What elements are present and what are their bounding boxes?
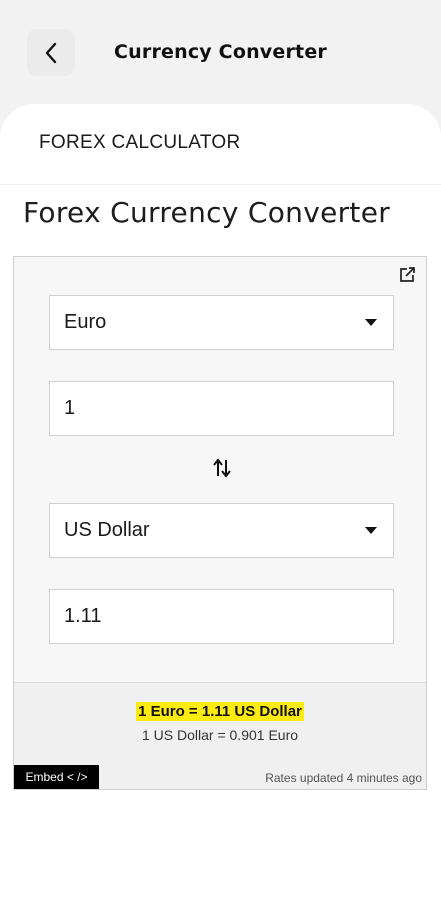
- rate-inverse: 1 US Dollar = 0.901 Euro: [141, 727, 299, 743]
- result-value: 1.11: [64, 605, 102, 627]
- rate-summary: 1 Euro = 1.11 US Dollar 1 US Dollar = 0.…: [14, 682, 426, 789]
- divider: [0, 184, 441, 185]
- rate-main-text: 1 Euro = 1.11 US Dollar: [136, 702, 304, 721]
- from-currency-value: Euro: [64, 311, 107, 333]
- converter-widget: Euro 1 US Dollar 1.11 1 Euro = 1.11 US D…: [13, 256, 427, 790]
- converter-form: Euro 1 US Dollar 1.11: [14, 257, 426, 682]
- amount-input[interactable]: 1: [49, 381, 394, 436]
- dropdown-caret-icon: [365, 319, 377, 326]
- embed-button[interactable]: Embed < />: [14, 765, 99, 789]
- page-title: Currency Converter: [114, 41, 327, 63]
- result-field[interactable]: 1.11: [49, 589, 394, 644]
- from-currency-select[interactable]: Euro: [49, 295, 394, 350]
- external-link-icon[interactable]: [398, 266, 416, 284]
- section-label: FOREX CALCULATOR: [39, 132, 241, 153]
- app-header: Currency Converter: [0, 0, 441, 104]
- rates-updated-text: Rates updated 4 minutes ago: [265, 771, 422, 785]
- amount-value: 1: [64, 397, 76, 419]
- converter-title: Forex Currency Converter: [23, 196, 391, 229]
- swap-arrows-icon[interactable]: [212, 457, 232, 479]
- to-currency-value: US Dollar: [64, 519, 150, 541]
- content-sheet: FOREX CALCULATOR Forex Currency Converte…: [0, 104, 441, 900]
- rate-main: 1 Euro = 1.11 US Dollar: [14, 702, 426, 721]
- dropdown-caret-icon: [365, 527, 377, 534]
- to-currency-select[interactable]: US Dollar: [49, 503, 394, 558]
